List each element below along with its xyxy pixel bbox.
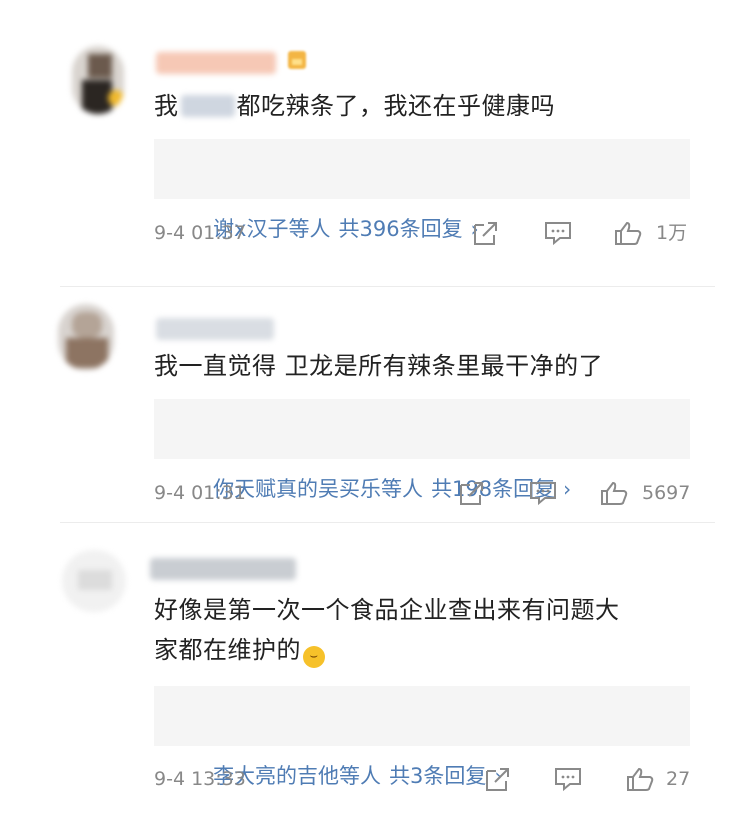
comment-actions: 9-4 01:31 5697 (154, 478, 714, 508)
avatar[interactable] (62, 550, 126, 612)
comment-actions: 9-4 01:37 1万 (154, 218, 714, 248)
comment-feed: 我 都吃辣条了，我还在乎健康吗 谢x汉子等人 共396条回复 › 9-4 01:37 … (0, 0, 731, 818)
comment-icon[interactable] (529, 480, 557, 506)
like-icon[interactable] (614, 220, 642, 246)
divider (60, 522, 715, 523)
comment-text-line-2-text: 家都在维护的 (154, 636, 301, 664)
username[interactable] (156, 52, 276, 74)
comment-icon[interactable] (544, 220, 572, 246)
share-icon[interactable] (484, 766, 512, 792)
comment-text-line-1: 好像是第一次一个食品企业查出来有问题大 (154, 596, 620, 624)
avatar[interactable] (72, 46, 124, 114)
comment-text-after: 都吃辣条了，我还在乎健康吗 (236, 92, 555, 120)
timestamp: 9-4 01:37 (154, 222, 246, 244)
comment-text: 我 都吃辣条了，我还在乎健康吗 (154, 86, 555, 126)
comment-text-before: 我 (154, 92, 179, 120)
like-icon[interactable] (600, 480, 628, 506)
vip-badge-icon (288, 51, 306, 69)
comment-item: 我 都吃辣条了，我还在乎健康吗 谢x汉子等人 共396条回复 › 9-4 01:37 … (0, 0, 731, 270)
timestamp: 9-4 13:33 (154, 768, 246, 790)
laughing-tears-emoji-icon: ⌣ (303, 646, 325, 668)
like-icon[interactable] (626, 766, 654, 792)
comment-actions: 9-4 13:33 27 (154, 764, 714, 794)
like-count: 5697 (642, 482, 691, 504)
comment-text-line-2: 家都在维护的 ⌣ (154, 630, 325, 670)
reply-summary[interactable]: 谢x汉子等人 共396条回复 › (154, 139, 690, 241)
like-count: 1万 (656, 222, 688, 244)
divider (60, 286, 715, 287)
masked-text (180, 95, 235, 117)
comment-item: 我一直觉得 卫龙是所有辣条里最干净的了 你天赋真的吴买乐等人 共198条回复 › 9… (0, 290, 731, 525)
share-icon[interactable] (458, 480, 486, 506)
share-icon[interactable] (472, 220, 500, 246)
like-count: 27 (666, 768, 691, 790)
comment-text: 我一直觉得 卫龙是所有辣条里最干净的了 (154, 352, 604, 380)
comment-item: 好像是第一次一个食品企业查出来有问题大 家都在维护的 ⌣ 李大亮的吉他等人 共3条回… (0, 526, 731, 818)
username[interactable] (156, 318, 274, 340)
reply-summary[interactable]: 李大亮的吉他等人 共3条回复 › (154, 686, 690, 788)
username[interactable] (150, 558, 296, 580)
comment-icon[interactable] (554, 766, 582, 792)
avatar[interactable] (58, 304, 114, 370)
timestamp: 9-4 01:31 (154, 482, 246, 504)
reply-summary[interactable]: 你天赋真的吴买乐等人 共198条回复 › (154, 399, 690, 501)
